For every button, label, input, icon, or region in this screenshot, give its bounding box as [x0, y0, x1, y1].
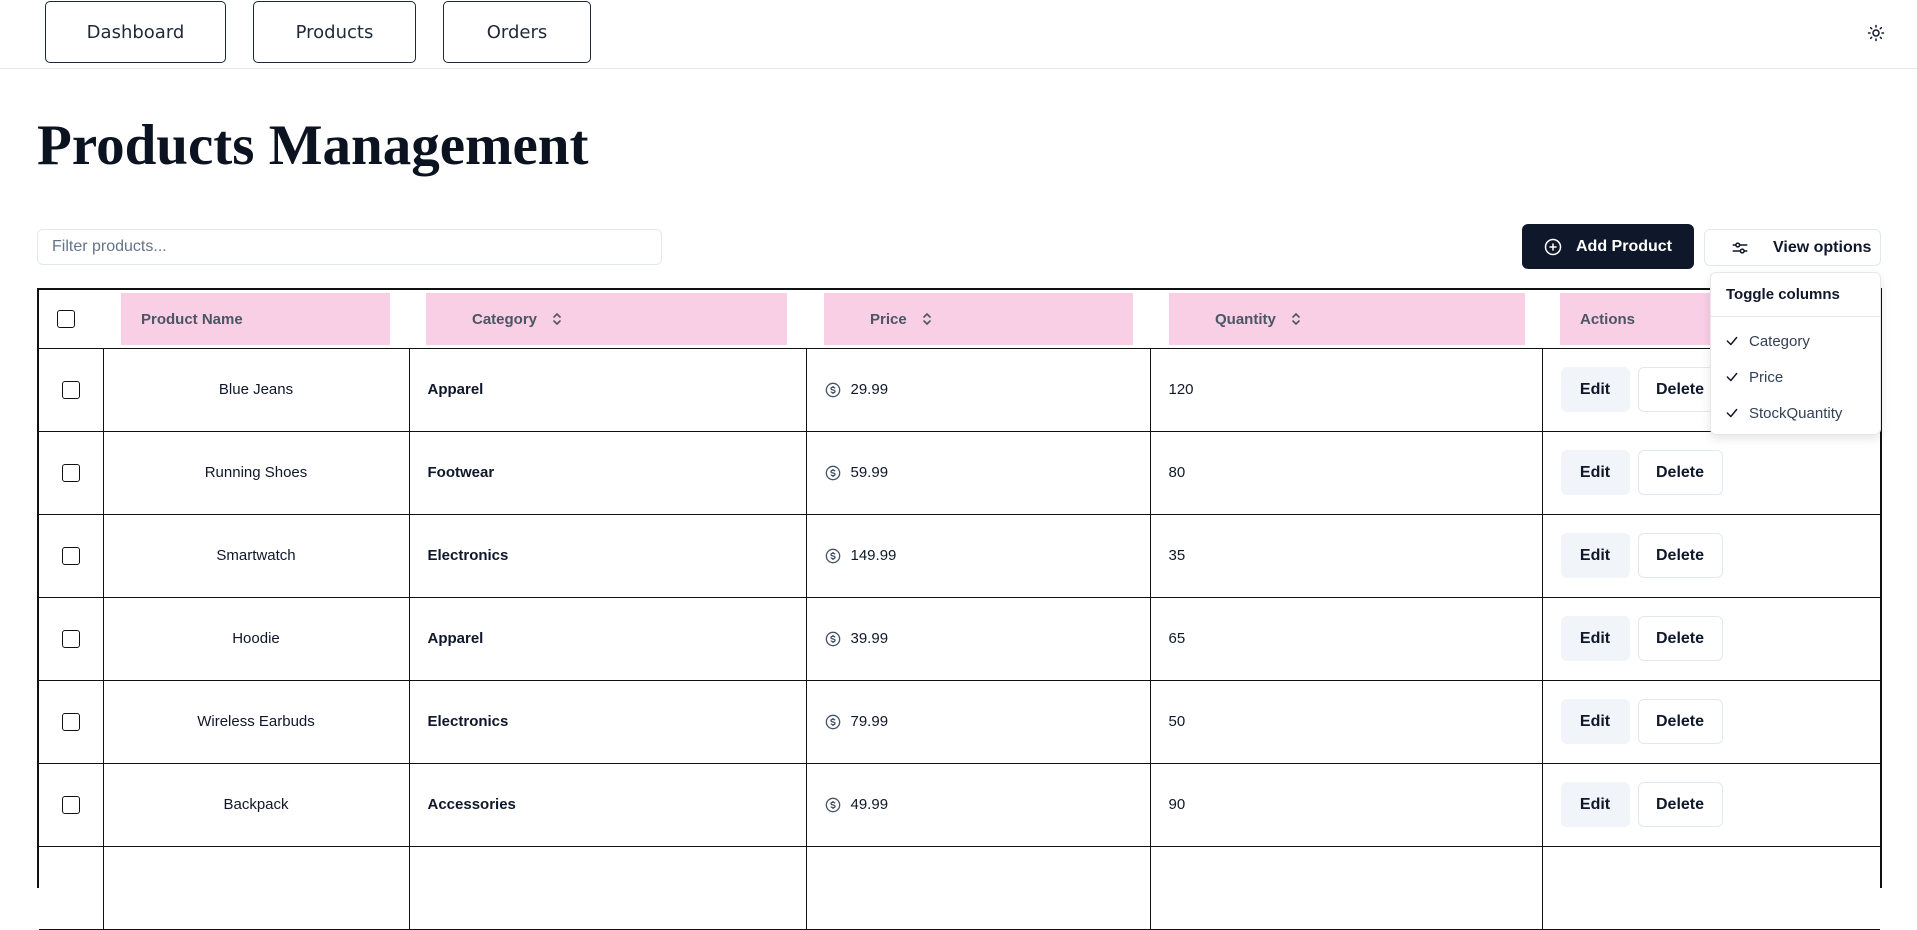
toggle-column-label: Price [1749, 368, 1784, 386]
sort-icon [922, 312, 931, 326]
delete-button[interactable]: Delete [1637, 699, 1723, 744]
table-row: Running Shoes Footwear 59.99 80 Edit Del… [39, 431, 1880, 515]
product-quantity: 65 [1150, 597, 1543, 681]
nav-orders-button[interactable]: Orders [443, 1, 591, 63]
product-name: Hoodie [232, 630, 280, 647]
select-all-checkbox[interactable] [57, 309, 75, 328]
sort-icon [553, 312, 561, 326]
table-row: Blue Jeans Apparel 29.99 120 Edit Delete [39, 348, 1880, 432]
product-category: Apparel [409, 597, 807, 681]
top-nav: Dashboard Products Orders [0, 0, 1917, 69]
dollar-circle-icon [825, 382, 840, 397]
row-checkbox[interactable] [61, 380, 80, 399]
edit-button[interactable]: Edit [1560, 367, 1630, 412]
product-name: Running Shoes [204, 464, 308, 481]
edit-button[interactable]: Edit [1560, 782, 1630, 827]
toggle-column-label: StockQuantity [1749, 404, 1843, 422]
table-row: Hoodie Apparel 39.99 65 Edit Delete [39, 597, 1880, 681]
product-price: 79.99 [850, 713, 889, 730]
table-row [39, 846, 1880, 930]
delete-button[interactable]: Delete [1637, 782, 1723, 827]
check-icon [1726, 336, 1738, 346]
product-name: Smartwatch [216, 547, 296, 564]
product-category: Accessories [409, 763, 807, 847]
sort-icon [1292, 312, 1300, 326]
header-actions-label: Actions [1580, 310, 1636, 328]
add-product-label: Add Product [1576, 237, 1672, 255]
header-category-label: Category [472, 310, 538, 328]
product-quantity: 35 [1150, 514, 1543, 598]
table-row: Backpack Accessories 49.99 90 Edit Delet… [39, 763, 1880, 847]
product-quantity: 120 [1150, 348, 1543, 432]
product-price: 39.99 [850, 630, 889, 647]
delete-button[interactable]: Delete [1637, 450, 1723, 495]
toggle-column-label: Category [1749, 332, 1810, 350]
header-quantity-label: Quantity [1215, 310, 1276, 328]
view-options-label: View options [1773, 238, 1872, 256]
header-price-label: Price [870, 310, 907, 328]
header-price[interactable]: Price [806, 290, 1150, 349]
toggle-columns-menu: Toggle columns Category Price StockQuant… [1710, 272, 1881, 435]
row-checkbox[interactable] [61, 629, 80, 648]
row-checkbox[interactable] [61, 795, 80, 814]
toggle-column-category[interactable]: Category [1711, 323, 1880, 359]
product-category: Apparel [409, 348, 807, 432]
check-icon [1726, 372, 1738, 382]
row-checkbox[interactable] [61, 712, 80, 731]
dollar-circle-icon [825, 797, 840, 812]
header-product-name[interactable]: Product Name [103, 290, 409, 349]
product-price: 59.99 [850, 464, 889, 481]
row-checkbox[interactable] [61, 546, 80, 565]
delete-button[interactable]: Delete [1637, 616, 1723, 661]
nav-dashboard-button[interactable]: Dashboard [45, 1, 226, 63]
view-options-button[interactable]: View options [1704, 229, 1881, 266]
edit-button[interactable]: Edit [1560, 450, 1630, 495]
edit-button[interactable]: Edit [1560, 616, 1630, 661]
table-row: Smartwatch Electronics 149.99 35 Edit De… [39, 514, 1880, 598]
product-quantity: 90 [1150, 763, 1543, 847]
dollar-circle-icon [825, 548, 840, 563]
plus-circle-icon [1544, 238, 1562, 255]
toggle-column-price[interactable]: Price [1711, 359, 1880, 395]
table-row: Wireless Earbuds Electronics 79.99 50 Ed… [39, 680, 1880, 764]
theme-toggle-button[interactable] [1861, 18, 1891, 48]
dollar-circle-icon [825, 465, 840, 480]
product-price: 29.99 [850, 381, 889, 398]
product-name: Backpack [223, 796, 289, 813]
edit-button[interactable]: Edit [1560, 699, 1630, 744]
header-quantity[interactable]: Quantity [1150, 290, 1542, 349]
product-name: Wireless Earbuds [197, 713, 315, 730]
product-name: Blue Jeans [218, 381, 294, 398]
edit-button[interactable]: Edit [1560, 533, 1630, 578]
page-title: Products Management [37, 114, 589, 177]
product-quantity: 50 [1150, 680, 1543, 764]
select-all-header [39, 290, 103, 349]
table-header-row: Product Name Category Price Quantity Act… [39, 290, 1880, 349]
check-icon [1726, 408, 1738, 418]
dollar-circle-icon [825, 714, 840, 729]
product-quantity: 80 [1150, 431, 1543, 515]
product-category: Electronics [409, 514, 807, 598]
products-table: Product Name Category Price Quantity Act… [37, 288, 1882, 930]
toggle-column-stockquantity[interactable]: StockQuantity [1711, 395, 1880, 431]
delete-button[interactable]: Delete [1637, 533, 1723, 578]
sliders-icon [1732, 241, 1748, 254]
product-price: 149.99 [850, 547, 897, 564]
filter-products-input[interactable] [37, 229, 662, 265]
add-product-button[interactable]: Add Product [1522, 224, 1694, 269]
dollar-circle-icon [825, 631, 840, 646]
product-category: Electronics [409, 680, 807, 764]
sun-icon [1867, 24, 1885, 42]
nav-products-button[interactable]: Products [253, 1, 416, 63]
toggle-columns-title: Toggle columns [1711, 273, 1880, 317]
product-category: Footwear [409, 431, 807, 515]
row-checkbox[interactable] [61, 463, 80, 482]
product-price: 49.99 [850, 796, 889, 813]
header-category[interactable]: Category [409, 290, 806, 349]
header-product-name-label: Product Name [141, 310, 243, 328]
